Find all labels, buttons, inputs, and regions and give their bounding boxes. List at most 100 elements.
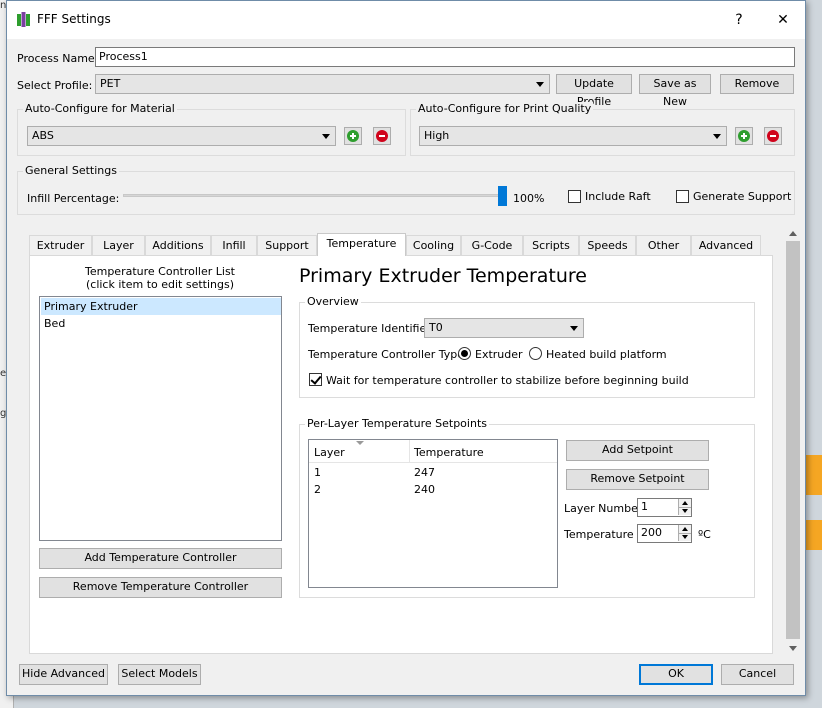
plus-icon [347, 130, 359, 142]
ok-button[interactable]: OK [639, 664, 713, 685]
general-settings-title: General Settings [23, 164, 119, 177]
wait-stabilize-checkbox[interactable] [309, 373, 322, 386]
include-raft-label: Include Raft [585, 190, 651, 203]
column-header-layer[interactable]: Layer [314, 446, 345, 459]
wait-stabilize-label: Wait for temperature controller to stabi… [326, 374, 689, 387]
quality-select-value: High [424, 129, 450, 142]
title-bar: FFF Settings ? ✕ [7, 1, 805, 39]
update-profile-button[interactable]: Update Profile [556, 74, 632, 108]
minus-icon [767, 130, 779, 142]
help-button[interactable]: ? [719, 7, 759, 33]
table-row[interactable]: 1 247 [309, 464, 557, 481]
spin-down-icon[interactable] [678, 507, 691, 515]
spin-up-icon[interactable] [678, 525, 691, 533]
controller-list[interactable]: Primary Extruder Bed [39, 296, 282, 541]
remove-material-button[interactable] [373, 127, 391, 145]
row-layer: 2 [314, 483, 321, 496]
auto-configure-material-title: Auto-Configure for Material [23, 102, 177, 115]
background-3d-object [806, 455, 822, 495]
overview-title: Overview [305, 295, 361, 308]
spin-up-icon[interactable] [678, 499, 691, 507]
window-title: FFF Settings [37, 12, 111, 26]
setpoints-title: Per-Layer Temperature Setpoints [305, 417, 489, 430]
tab-infill[interactable]: Infill [211, 235, 257, 255]
temperature-identifier-value: T0 [429, 321, 443, 334]
background-3d-object [806, 520, 822, 550]
remove-setpoint-button[interactable]: Remove Setpoint [566, 469, 709, 490]
row-temperature: 247 [414, 466, 435, 479]
app-icon [17, 12, 30, 27]
tab-temperature[interactable]: Temperature [317, 233, 406, 256]
controller-list-hint: (click item to edit settings) [85, 278, 235, 291]
extruder-radio-label: Extruder [475, 348, 523, 361]
minus-icon [376, 130, 388, 142]
chevron-down-icon [322, 134, 330, 139]
controller-heading: Primary Extruder Temperature [299, 265, 587, 287]
tab-speeds[interactable]: Speeds [579, 235, 636, 255]
add-quality-button[interactable] [735, 127, 753, 145]
infill-percentage-label: Infill Percentage: [27, 192, 120, 205]
generate-support-checkbox[interactable] [676, 190, 689, 203]
setpoint-temperature-label: Temperature [564, 528, 634, 541]
setpoints-table[interactable]: Layer Temperature 1 247 2 240 [308, 439, 558, 588]
layer-number-spinbox[interactable]: 1 [637, 498, 692, 517]
tab-additions[interactable]: Additions [145, 235, 211, 255]
add-setpoint-button[interactable]: Add Setpoint [566, 440, 709, 461]
list-item-primary-extruder[interactable]: Primary Extruder [41, 298, 281, 315]
tab-layer[interactable]: Layer [92, 235, 145, 255]
infill-slider-thumb[interactable] [498, 186, 507, 206]
tab-cooling[interactable]: Cooling [406, 235, 461, 255]
temperature-identifier-select[interactable]: T0 [424, 318, 584, 338]
tab-advanced[interactable]: Advanced [691, 235, 761, 255]
material-select-value: ABS [32, 129, 54, 142]
add-temperature-controller-button[interactable]: Add Temperature Controller [39, 548, 282, 569]
process-name-input[interactable]: Process1 [95, 47, 795, 67]
fff-settings-dialog: FFF Settings ? ✕ Process Name: Process1 … [6, 0, 806, 696]
heated-platform-radio-label: Heated build platform [546, 348, 667, 361]
extruder-radio[interactable] [458, 347, 471, 360]
scrollbar-thumb[interactable] [786, 241, 800, 639]
list-item-bed[interactable]: Bed [41, 315, 281, 332]
material-select[interactable]: ABS [27, 126, 336, 146]
tab-g-code[interactable]: G-Code [461, 235, 523, 255]
infill-slider-track[interactable] [123, 194, 507, 197]
table-row[interactable]: 2 240 [309, 481, 557, 498]
setpoint-temperature-spinbox[interactable]: 200 [637, 524, 692, 543]
chevron-down-icon [536, 82, 544, 87]
infill-percentage-value: 100% [513, 192, 545, 205]
profile-select-value: PET [100, 77, 121, 90]
save-as-new-button[interactable]: Save as New [639, 74, 711, 108]
plus-icon [738, 130, 750, 142]
layer-number-label: Layer Number [564, 502, 643, 515]
controller-type-label: Temperature Controller Type: [308, 348, 468, 361]
row-temperature: 240 [414, 483, 435, 496]
setpoint-temperature-value: 200 [641, 526, 662, 539]
heated-platform-radio[interactable] [529, 347, 542, 360]
remove-quality-button[interactable] [764, 127, 782, 145]
column-header-temperature[interactable]: Temperature [414, 446, 484, 459]
tab-support[interactable]: Support [257, 235, 317, 255]
add-material-button[interactable] [344, 127, 362, 145]
hide-advanced-button[interactable]: Hide Advanced [19, 664, 108, 685]
remove-profile-button[interactable]: Remove [720, 74, 794, 94]
spin-down-icon[interactable] [678, 533, 691, 541]
tab-scripts[interactable]: Scripts [523, 235, 579, 255]
include-raft-checkbox[interactable] [568, 190, 581, 203]
select-profile-label: Select Profile: [17, 79, 93, 92]
cancel-button[interactable]: Cancel [721, 664, 794, 685]
chevron-down-icon [713, 134, 721, 139]
process-name-label: Process Name: [17, 52, 99, 65]
close-button[interactable]: ✕ [763, 7, 803, 33]
remove-temperature-controller-button[interactable]: Remove Temperature Controller [39, 577, 282, 598]
scroll-up-icon[interactable] [789, 231, 797, 236]
row-layer: 1 [314, 466, 321, 479]
auto-configure-quality-title: Auto-Configure for Print Quality [416, 102, 594, 115]
tab-other[interactable]: Other [636, 235, 691, 255]
tab-extruder[interactable]: Extruder [29, 235, 92, 255]
profile-select[interactable]: PET [95, 74, 550, 94]
temperature-identifier-label: Temperature Identifier [308, 322, 431, 335]
scroll-down-icon[interactable] [789, 646, 797, 651]
controller-list-title: Temperature Controller List [84, 265, 235, 278]
quality-select[interactable]: High [419, 126, 727, 146]
select-models-button[interactable]: Select Models [118, 664, 201, 685]
